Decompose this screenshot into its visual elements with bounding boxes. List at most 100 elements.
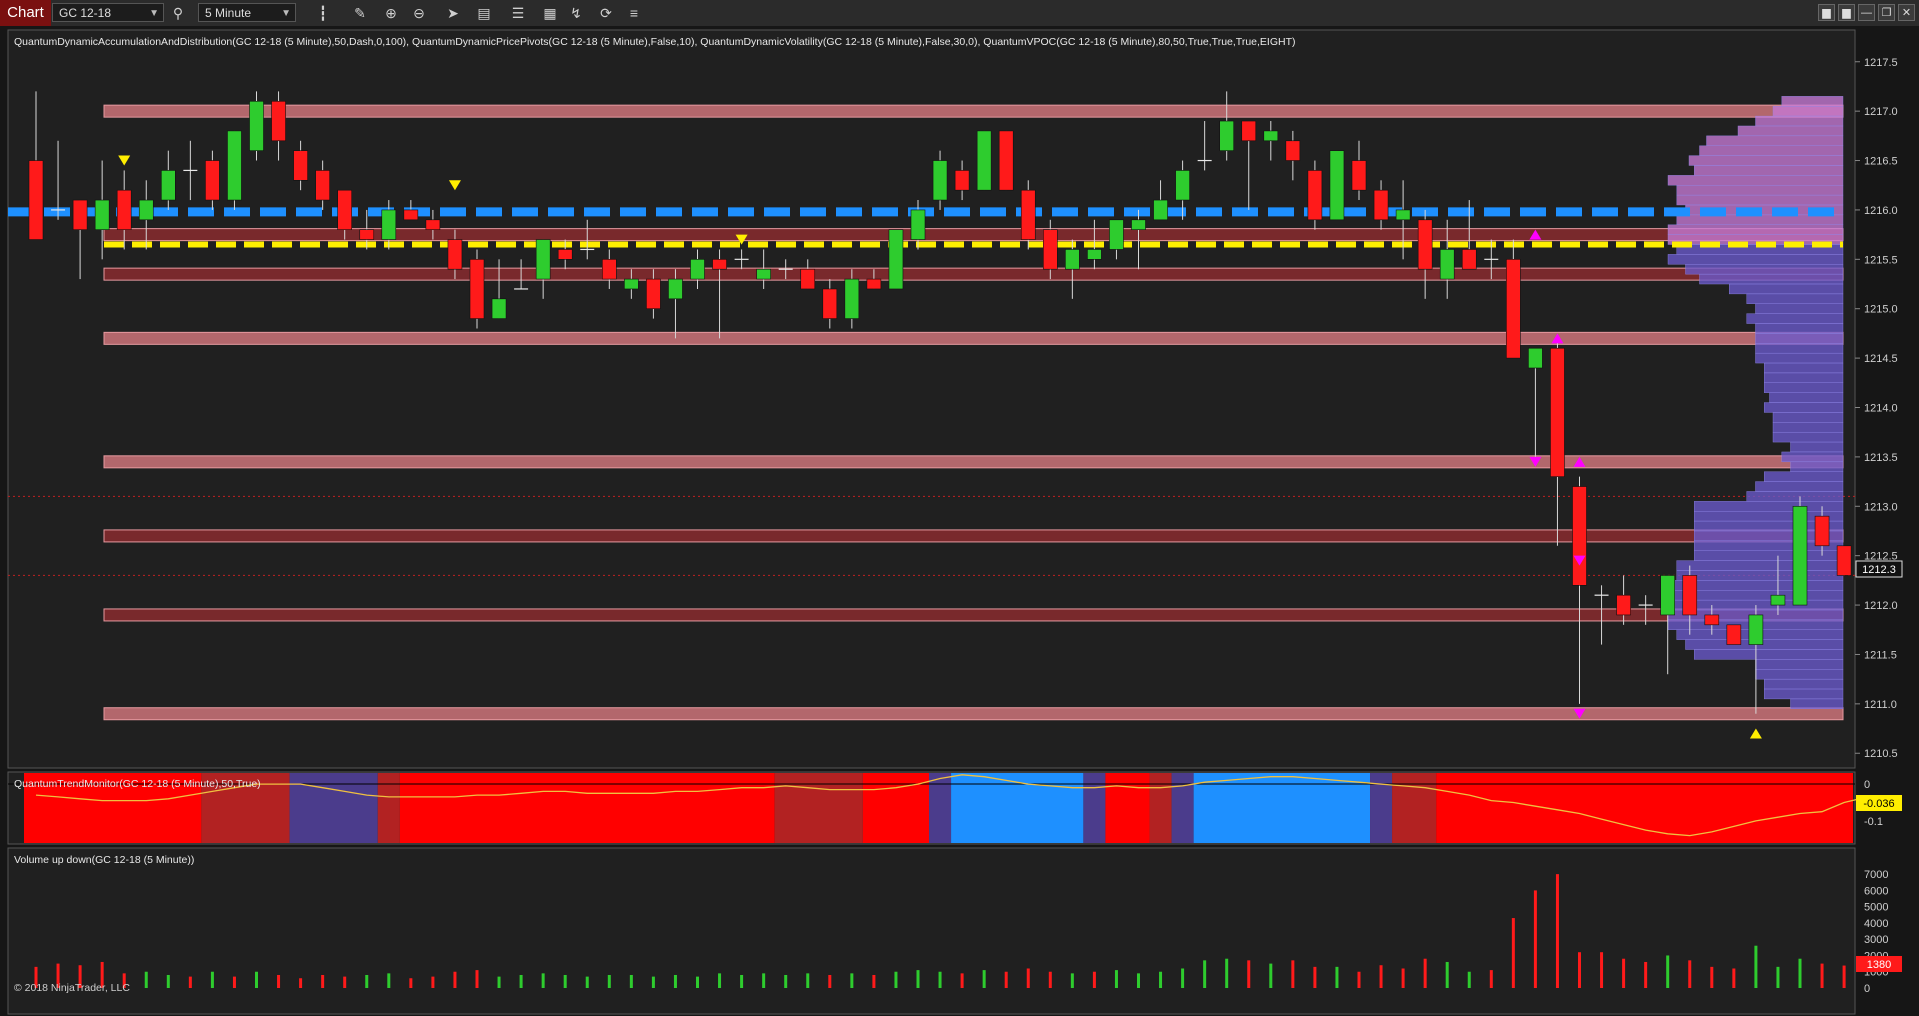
candle-body [1109, 219, 1124, 250]
candle-body [293, 150, 308, 181]
volume-bar [1357, 971, 1361, 988]
candle-body [227, 130, 242, 201]
price-indicator-label: QuantumDynamicAccumulationAndDistributio… [14, 36, 1296, 48]
volume-bar [1798, 958, 1802, 988]
trend-band [289, 773, 378, 843]
volume-bar [1269, 963, 1273, 988]
candle-body [557, 249, 573, 260]
chart-tab[interactable]: Chart [0, 0, 51, 26]
minimize-icon[interactable]: — [1858, 4, 1875, 21]
volume-bar [255, 971, 258, 988]
volume-bar [740, 974, 744, 988]
properties-icon[interactable]: ☰ [508, 3, 528, 23]
search-icon[interactable]: ⚲ [168, 3, 188, 23]
candle-body [469, 259, 485, 319]
candle-body [910, 209, 926, 240]
strategies-icon[interactable]: ↯ [566, 3, 586, 23]
volume-bar [1159, 971, 1163, 988]
tile-icon[interactable]: ▆ [1838, 4, 1855, 21]
volume-profile-bar [1755, 303, 1844, 314]
volume-profile-bar [1706, 135, 1844, 146]
candle-body [28, 160, 44, 240]
tile-icon[interactable]: ▆ [1818, 4, 1835, 21]
volume-bar [1666, 955, 1670, 988]
volume-bar [1335, 966, 1339, 988]
price-tick-label: 1217.0 [1864, 106, 1898, 118]
volume-profile-bar [1764, 471, 1844, 482]
price-tick-label: 1211.5 [1864, 649, 1897, 661]
volume-tick-label: 3000 [1864, 934, 1888, 946]
candle-body [315, 170, 330, 201]
candle-body [1417, 219, 1433, 270]
restore-icon[interactable]: ❐ [1878, 4, 1895, 21]
volume-profile-bar [1781, 96, 1844, 107]
volume-profile-bar [1755, 481, 1844, 492]
candle-body [844, 278, 860, 319]
volume-profile-bar [1685, 639, 1844, 650]
candle-body [1153, 199, 1168, 221]
zoom-out-icon[interactable]: ⊖ [409, 3, 429, 23]
instrument-selector[interactable]: GC 12-18 ▼ [52, 3, 164, 22]
trend-indicator-label: QuantumTrendMonitor(GC 12-18 (5 Minute),… [14, 778, 261, 790]
volume-bar [1533, 890, 1537, 988]
templates-icon[interactable]: ▦ [540, 3, 560, 23]
volume-bar [1820, 963, 1824, 988]
volume-bar [806, 973, 810, 988]
volume-bar [585, 976, 589, 988]
interval-selector[interactable]: 5 Minute ▼ [198, 3, 296, 22]
price-tick-label: 1213.0 [1864, 501, 1898, 513]
instrument-value: GC 12-18 [59, 6, 112, 20]
candle-body [1020, 189, 1036, 240]
candle-body [94, 199, 110, 230]
candle-body [381, 209, 397, 240]
volume-bar [1600, 952, 1604, 988]
bar-style-icon[interactable]: ┇ [313, 3, 333, 23]
chart-area[interactable]: 1217.5 1217.0 1216.5 1216.0 1215.5 1215.0 1214… [0, 26, 1919, 1016]
candle-body [491, 298, 507, 319]
zoom-in-icon[interactable]: ⊕ [381, 3, 401, 23]
volume-bar [1754, 945, 1758, 988]
volume-bar [894, 971, 898, 988]
candle-body [976, 130, 992, 191]
volume-profile-bar [1755, 115, 1844, 127]
volume-bar [850, 973, 854, 988]
volume-profile-bar [1667, 224, 1844, 235]
trend-band [1436, 773, 1853, 843]
price-tick-label: 1215.5 [1864, 254, 1898, 266]
close-icon[interactable]: ✕ [1898, 4, 1915, 21]
candle-body [800, 268, 816, 290]
candle-body [1439, 249, 1455, 280]
volume-bar [1622, 958, 1626, 988]
volume-bar [1423, 958, 1427, 988]
volume-tick-label: 0 [1864, 983, 1870, 995]
copyright: © 2018 NinjaTrader, LLC [14, 982, 130, 994]
volume-profile-bar [1755, 352, 1844, 364]
volume-bar [1489, 970, 1493, 988]
price-tick-label: 1211.0 [1864, 699, 1897, 711]
data-box-icon[interactable]: ▤ [474, 3, 494, 23]
candle-body [1087, 249, 1102, 260]
pencil-icon[interactable]: ✎ [350, 3, 370, 23]
volume-bar [718, 973, 722, 988]
reload-icon[interactable]: ⟳ [596, 3, 616, 23]
candle-body [1461, 249, 1477, 270]
candle-body [1660, 575, 1675, 616]
volume-profile-bar [1667, 175, 1844, 186]
volume-profile-bar [1688, 155, 1844, 166]
volume-tick-label: 4000 [1864, 918, 1888, 930]
candle-body [249, 100, 264, 151]
list-icon[interactable]: ≡ [624, 3, 644, 23]
volume-profile-bar [1694, 165, 1844, 176]
volume-profile-bar [1790, 698, 1844, 709]
candle-body [403, 209, 419, 221]
volume-tick-label: 6000 [1864, 885, 1888, 897]
volume-bar [365, 974, 369, 988]
price-tick-label: 1215.0 [1864, 304, 1898, 316]
volume-bar [762, 973, 766, 988]
pointer-icon[interactable]: ➤ [443, 3, 463, 23]
price-tick-label: 1216.5 [1864, 156, 1898, 168]
volume-profile-bar [1676, 570, 1844, 581]
volume-bar [475, 970, 479, 988]
volume-bar [1467, 971, 1471, 988]
candle-body [1550, 347, 1565, 477]
